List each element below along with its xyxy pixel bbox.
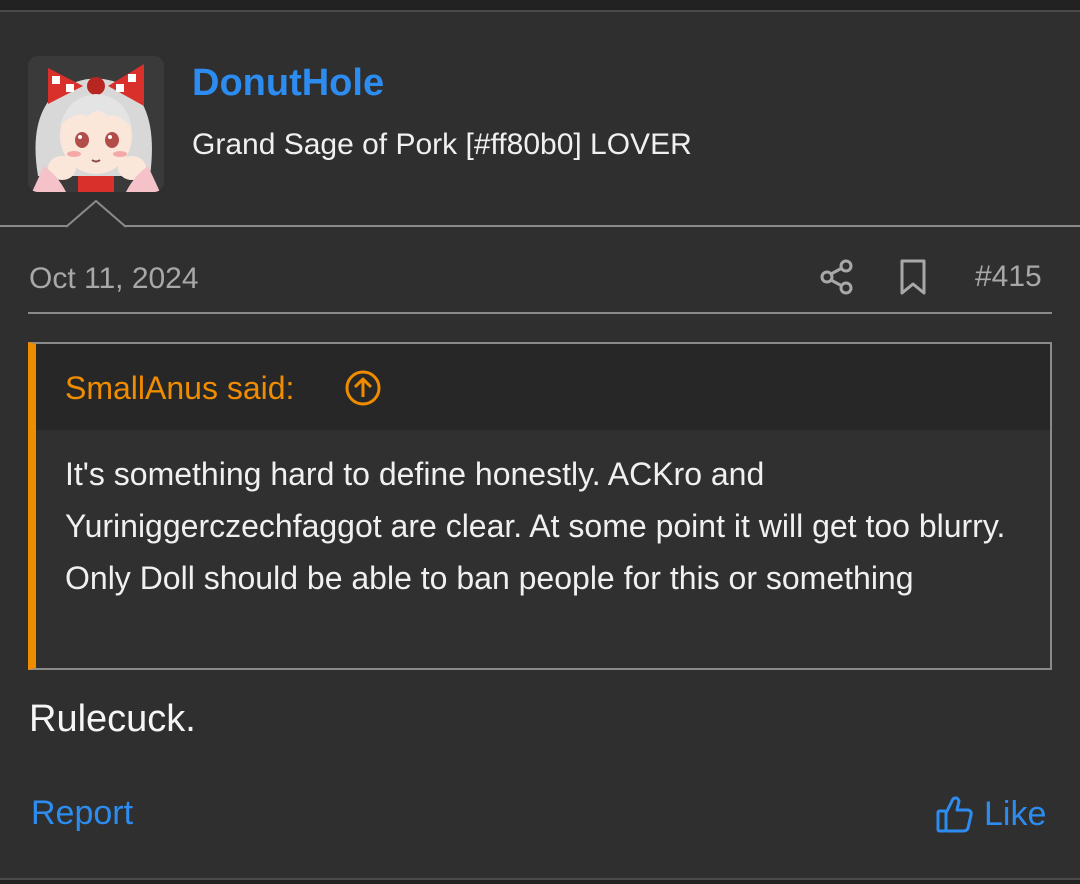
thumbs-up-icon bbox=[936, 796, 973, 833]
meta-divider bbox=[28, 312, 1052, 314]
quote-header: SmallAnus said: bbox=[36, 344, 1050, 430]
quote-author[interactable]: SmallAnus said: bbox=[65, 370, 294, 407]
bottom-divider bbox=[0, 878, 1080, 884]
bookmark-icon[interactable] bbox=[896, 258, 930, 296]
user-title: Grand Sage of Pork [#ff80b0] LOVER bbox=[192, 128, 692, 161]
post-body-text: Rulecuck. bbox=[29, 698, 196, 740]
report-link[interactable]: Report bbox=[31, 794, 133, 833]
header-pointer-arrow bbox=[66, 199, 126, 228]
post-user-header: DonutHole Grand Sage of Pork [#ff80b0] L… bbox=[0, 14, 1080, 226]
share-icon[interactable] bbox=[818, 258, 856, 296]
quote-text: It's something hard to define honestly. … bbox=[65, 456, 1006, 596]
top-divider bbox=[0, 0, 1080, 12]
arrow-up-circle-icon[interactable] bbox=[344, 369, 382, 407]
like-button[interactable]: Like bbox=[936, 794, 1046, 834]
avatar[interactable] bbox=[28, 56, 164, 192]
post-number[interactable]: #415 bbox=[975, 260, 1042, 294]
header-divider bbox=[0, 225, 1080, 227]
username[interactable]: DonutHole bbox=[192, 62, 384, 105]
post-date[interactable]: Oct 11, 2024 bbox=[29, 262, 199, 296]
quote-block: SmallAnus said: It's something hard to d… bbox=[28, 342, 1052, 670]
like-label: Like bbox=[984, 794, 1047, 833]
